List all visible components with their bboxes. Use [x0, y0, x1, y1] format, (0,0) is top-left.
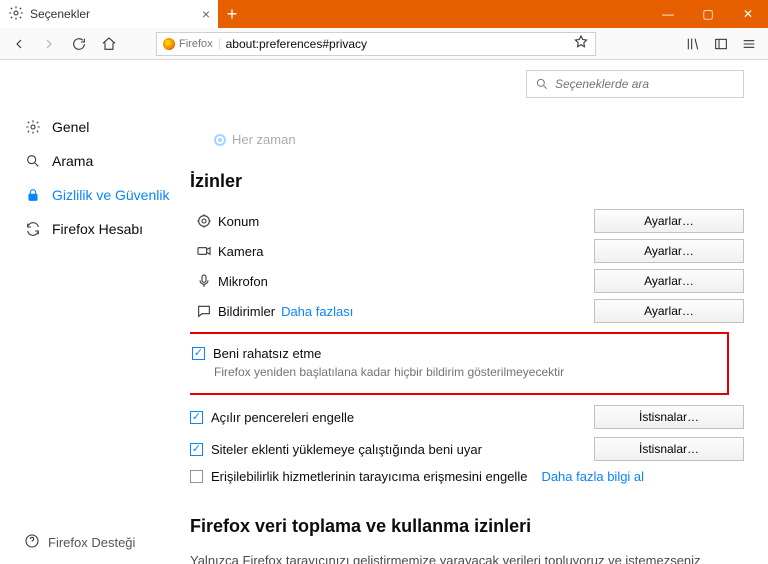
url-bar[interactable]: Firefox about:preferences#privacy [156, 32, 596, 56]
camera-icon [190, 243, 218, 259]
checkbox-label: Açılır pencereleri engelle [211, 410, 354, 425]
data-collection-text: Yalnızca Firefox tarayıcınızı geliştirme… [190, 551, 730, 564]
url-text: about:preferences#privacy [226, 37, 367, 51]
checkbox-checked-icon[interactable]: ✓ [190, 411, 203, 424]
permissions-heading: İzinler [190, 171, 744, 192]
notification-icon [190, 303, 218, 319]
search-icon [24, 152, 42, 170]
permission-row-notifications: Bildirimler Daha fazlası Ayarlar… [190, 296, 744, 326]
sidebar-item-label: Gizlilik ve Güvenlik [52, 187, 169, 203]
dnd-checkbox-row[interactable]: ✓ Beni rahatsız etme [192, 342, 717, 365]
location-icon [190, 213, 218, 229]
browser-tab[interactable]: Seçenekler × [0, 0, 218, 28]
permission-label: Bildirimler [218, 304, 275, 319]
learn-more-link[interactable]: Daha fazla bilgi al [541, 469, 644, 484]
microphone-icon [190, 273, 218, 289]
dnd-description: Firefox yeniden başlatılana kadar hiçbir… [214, 365, 717, 381]
dnd-label: Beni rahatsız etme [213, 346, 321, 361]
maximize-button[interactable]: ▢ [688, 0, 728, 28]
sidebar-item-label: Arama [52, 153, 93, 169]
settings-button[interactable]: Ayarlar… [594, 269, 744, 293]
sidebar-item-account[interactable]: Firefox Hesabı [24, 212, 190, 246]
sidebar-support[interactable]: Firefox Desteği [24, 533, 135, 552]
preferences-page: Genel Arama Gizlilik ve Güvenlik Firefox… [0, 60, 768, 564]
lock-icon [24, 186, 42, 204]
a11y-block-row: Erişilebilirlik hizmetlerinin tarayıcıma… [190, 465, 744, 488]
new-tab-button[interactable]: + [218, 0, 246, 28]
sidebar-item-label: Firefox Hesabı [52, 221, 143, 237]
highlighted-box: ✓ Beni rahatsız etme Firefox yeniden baş… [190, 332, 729, 395]
radio-option[interactable]: Her zaman [214, 132, 744, 147]
checkbox-label: Erişilebilirlik hizmetlerinin tarayıcıma… [211, 469, 527, 484]
identity-box[interactable]: Firefox [163, 38, 220, 50]
permission-row-location: Konum Ayarlar… [190, 206, 744, 236]
search-placeholder: Seçeneklerde ara [555, 77, 649, 91]
support-label: Firefox Desteği [48, 535, 135, 550]
bookmark-star-icon[interactable] [573, 34, 589, 53]
back-button[interactable] [6, 31, 32, 57]
minimize-button[interactable]: — [648, 0, 688, 28]
learn-more-link[interactable]: Daha fazlası [281, 304, 353, 319]
permission-label: Konum [218, 214, 259, 229]
checkbox-label: Siteler eklenti yüklemeye çalıştığında b… [211, 442, 482, 457]
home-button[interactable] [96, 31, 122, 57]
gear-icon [24, 118, 42, 136]
permission-row-microphone: Mikrofon Ayarlar… [190, 266, 744, 296]
identity-label: Firefox [179, 38, 213, 50]
firefox-icon [163, 38, 175, 50]
sync-icon [24, 220, 42, 238]
radio-checked-icon [214, 134, 226, 146]
toolbar: Firefox about:preferences#privacy [0, 28, 768, 60]
menu-button[interactable] [736, 31, 762, 57]
permission-label: Kamera [218, 244, 264, 259]
library-button[interactable] [680, 31, 706, 57]
search-input[interactable]: Seçeneklerde ara [526, 70, 744, 98]
sidebar-item-label: Genel [52, 119, 89, 135]
tab-close-icon[interactable]: × [202, 6, 210, 22]
settings-button[interactable]: Ayarlar… [594, 239, 744, 263]
gear-icon [8, 5, 24, 24]
main-panel: Seçeneklerde ara Her zaman İzinler Konum… [190, 60, 768, 564]
sidebar-item-privacy[interactable]: Gizlilik ve Güvenlik [24, 178, 190, 212]
popup-block-row: ✓ Açılır pencereleri engelle İstisnalar… [190, 401, 744, 433]
checkbox-checked-icon: ✓ [192, 347, 205, 360]
tab-title: Seçenekler [30, 7, 196, 21]
data-collection-heading: Firefox veri toplama ve kullanma izinler… [190, 516, 744, 537]
help-icon [24, 533, 40, 552]
sidebar-button[interactable] [708, 31, 734, 57]
titlebar: Seçenekler × + — ▢ ✕ [0, 0, 768, 28]
permission-row-camera: Kamera Ayarlar… [190, 236, 744, 266]
permission-label: Mikrofon [218, 274, 268, 289]
window-controls: — ▢ ✕ [648, 0, 768, 28]
settings-button[interactable]: Ayarlar… [594, 299, 744, 323]
checkbox-checked-icon[interactable]: ✓ [190, 443, 203, 456]
settings-button[interactable]: Ayarlar… [594, 209, 744, 233]
sidebar: Genel Arama Gizlilik ve Güvenlik Firefox… [0, 60, 190, 564]
close-button[interactable]: ✕ [728, 0, 768, 28]
sidebar-item-general[interactable]: Genel [24, 110, 190, 144]
exceptions-button[interactable]: İstisnalar… [594, 405, 744, 429]
sidebar-item-search[interactable]: Arama [24, 144, 190, 178]
addon-warn-row: ✓ Siteler eklenti yüklemeye çalıştığında… [190, 433, 744, 465]
reload-button[interactable] [66, 31, 92, 57]
checkbox-unchecked-icon[interactable] [190, 470, 203, 483]
exceptions-button[interactable]: İstisnalar… [594, 437, 744, 461]
forward-button[interactable] [36, 31, 62, 57]
